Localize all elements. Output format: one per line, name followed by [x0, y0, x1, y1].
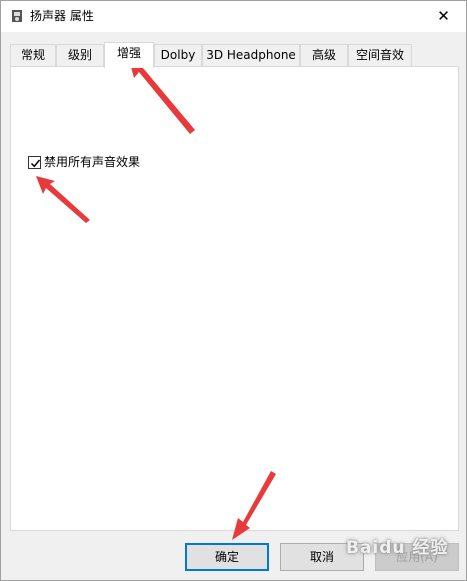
tab-dolby[interactable]: Dolby: [154, 44, 202, 67]
speaker-properties-dialog: 扬声器 属性 ✕ 常规 级别 增强 Dolby 3D Headphone 高级 …: [0, 0, 467, 581]
tab-strip: 常规 级别 增强 Dolby 3D Headphone 高级 空间音效: [10, 42, 460, 68]
tab-levels[interactable]: 级别: [56, 44, 104, 67]
watermark: Baidu 经验: [346, 538, 449, 558]
window-title: 扬声器 属性: [30, 9, 94, 23]
speaker-icon: [12, 10, 22, 22]
enhancements-panel: 禁用所有声音效果: [10, 66, 459, 531]
tab-3d-headphone[interactable]: 3D Headphone: [202, 44, 300, 67]
tab-general[interactable]: 常规: [10, 44, 56, 67]
ok-button[interactable]: 确定: [185, 543, 269, 571]
tab-enhancements[interactable]: 增强: [104, 42, 154, 68]
close-icon: ✕: [437, 7, 450, 25]
disable-all-effects-checkbox[interactable]: [28, 155, 41, 169]
close-button[interactable]: ✕: [421, 1, 466, 32]
tab-advanced[interactable]: 高级: [300, 44, 348, 67]
tab-spatial-sound[interactable]: 空间音效: [348, 44, 412, 67]
disable-all-effects-row[interactable]: 禁用所有声音效果: [28, 154, 140, 170]
title-bar: 扬声器 属性 ✕: [1, 1, 466, 32]
checkmark-icon: [30, 159, 41, 167]
disable-all-effects-label: 禁用所有声音效果: [44, 155, 141, 169]
